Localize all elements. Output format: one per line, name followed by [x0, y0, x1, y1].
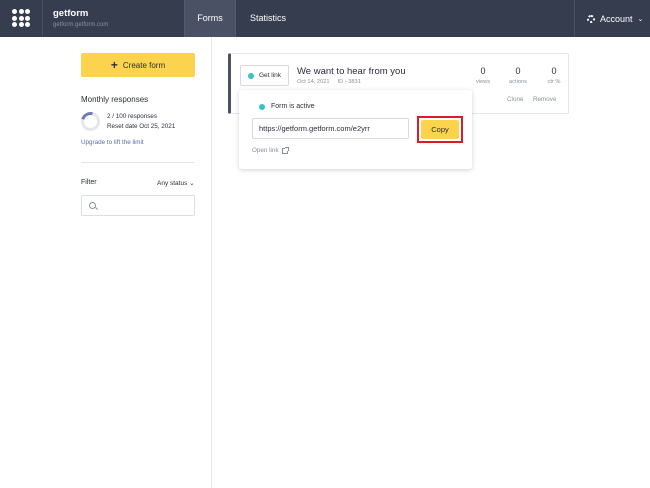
form-title[interactable]: We want to hear from you [297, 66, 406, 77]
nav-tab-forms[interactable]: Forms [184, 0, 236, 37]
plus-icon: + [110, 58, 118, 72]
stat-actions: 0 actions [503, 66, 533, 85]
nav-tab-statistics[interactable]: Statistics [236, 0, 300, 37]
form-meta: Oct 14, 2021 ID - 3831 [297, 79, 361, 85]
active-status-dot [248, 72, 254, 79]
form-date: Oct 14, 2021 [297, 79, 330, 85]
copy-button[interactable]: Copy [421, 120, 459, 139]
form-active-label: Form is active [271, 103, 315, 110]
stat-label: ctr % [547, 79, 561, 85]
search-icon [89, 202, 96, 209]
responses-count: 2 / 100 responses [107, 113, 158, 120]
workspace-subtitle: getform.getform.com [53, 22, 109, 28]
divider [81, 162, 195, 163]
logo-icon[interactable] [12, 9, 30, 27]
upgrade-link[interactable]: Upgrade to lift the limit [81, 139, 144, 146]
search-input[interactable] [100, 198, 190, 213]
usage-progress-ring [77, 108, 104, 135]
sidebar: + Create form Monthly responses 2 / 100 … [0, 37, 212, 488]
search-box[interactable] [81, 195, 195, 216]
open-link[interactable]: Open link [252, 146, 289, 154]
remove-link[interactable]: Remove [533, 96, 556, 103]
create-form-label: Create form [122, 60, 166, 70]
reset-date: Reset date Oct 25, 2021 [107, 123, 176, 130]
filter-label: Filter [81, 179, 97, 186]
workspace-name: getform [53, 8, 89, 19]
get-link-button[interactable]: Get link [240, 65, 289, 86]
form-active-status: Form is active [259, 103, 315, 110]
external-link-icon [281, 146, 289, 154]
stat-label: actions [508, 79, 528, 85]
open-link-label: Open link [252, 147, 279, 154]
status-filter-value: Any status [157, 180, 188, 187]
clone-link[interactable]: Clone [507, 96, 523, 103]
workspace-switcher[interactable]: getform getform.getform.com [42, 0, 184, 37]
form-url-field[interactable]: https://getform.getform.com/e2yrr [252, 118, 409, 139]
top-bar: getform getform.getform.com Forms Statis… [0, 0, 650, 37]
chevron-down-icon: ⌄ [637, 15, 644, 23]
stat-value: 0 [515, 66, 521, 76]
active-status-dot [259, 103, 265, 110]
chevron-down-icon: ⌄ [189, 180, 195, 187]
stat-value: 0 [480, 66, 486, 76]
create-form-button[interactable]: + Create form [81, 53, 195, 77]
account-menu-button[interactable]: Account ⌄ [574, 0, 650, 37]
form-id: ID - 3831 [337, 79, 361, 85]
status-filter-select[interactable]: Any status ⌄ [157, 179, 195, 187]
get-link-label: Get link [259, 72, 282, 79]
stat-value: 0 [551, 66, 557, 76]
stat-label: views [475, 79, 491, 85]
monthly-responses-title: Monthly responses [81, 95, 149, 104]
gear-icon [587, 14, 595, 23]
stat-views: 0 views [468, 66, 498, 85]
stat-ctr: 0 ctr % [539, 66, 569, 85]
account-label: Account [600, 13, 633, 24]
